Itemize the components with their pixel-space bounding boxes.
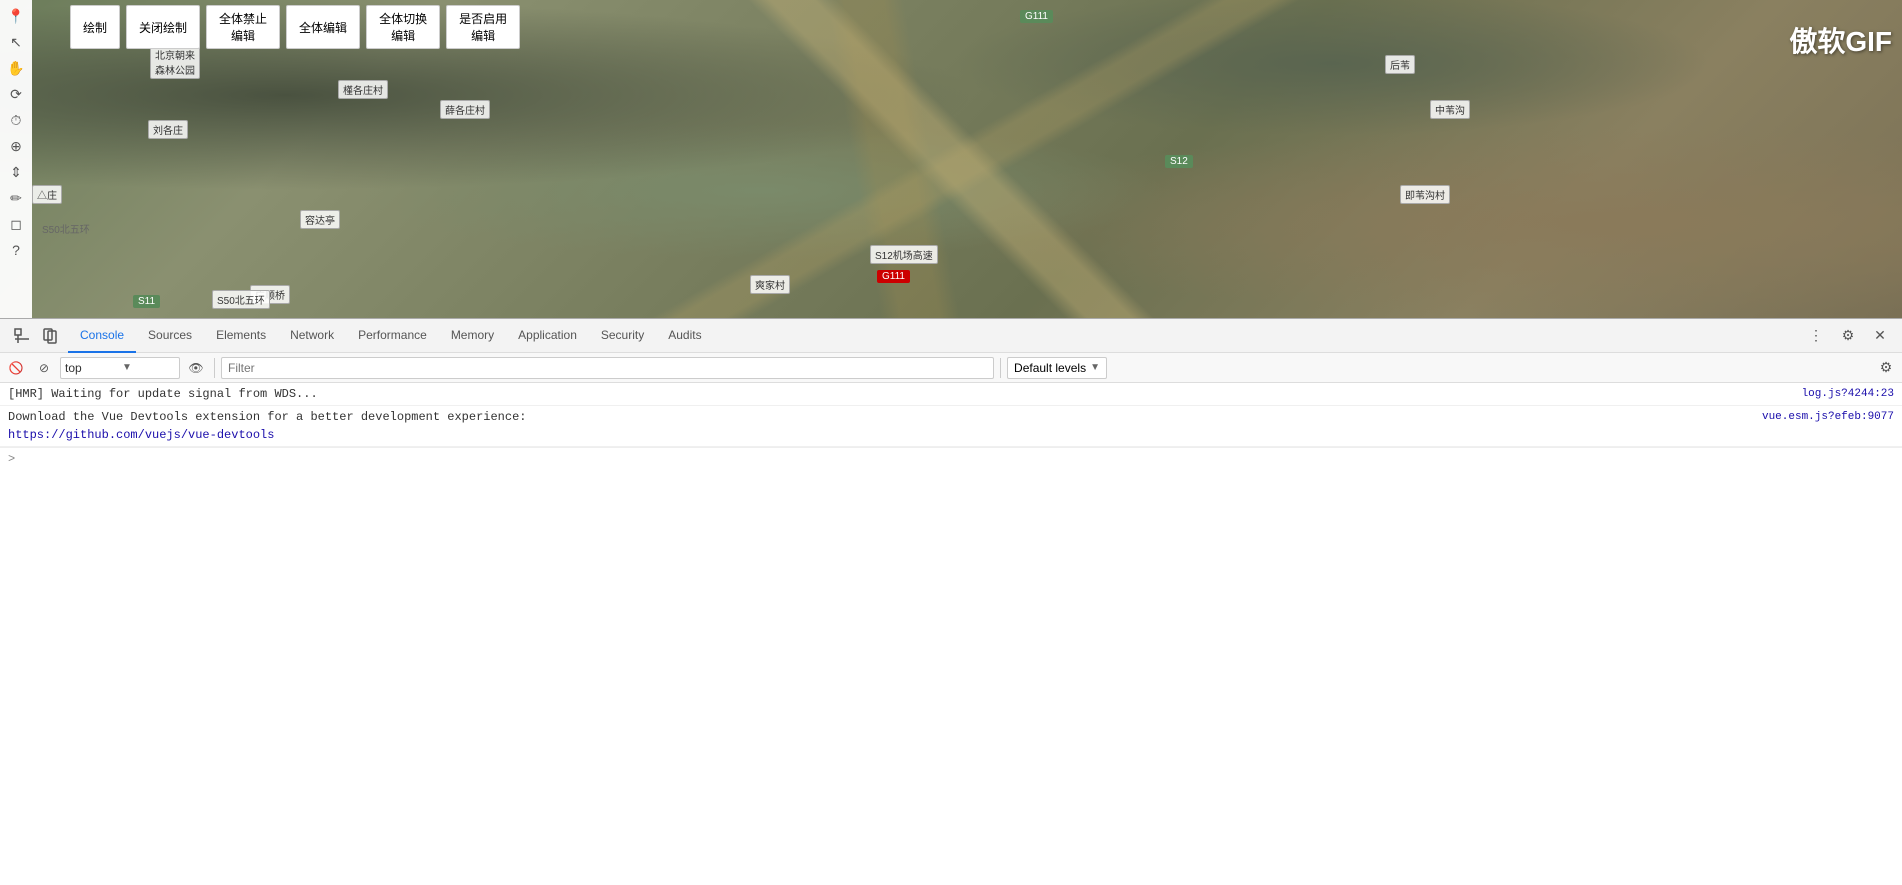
map-tool-help[interactable]: ?: [2, 238, 30, 262]
map-tool-rotate[interactable]: ⟳: [2, 82, 30, 106]
console-prompt-arrow: >: [8, 450, 15, 468]
devtools-header: Console Sources Elements Network Perform…: [0, 319, 1902, 353]
map-tool-pointer[interactable]: ↖: [2, 30, 30, 54]
filter-input[interactable]: [221, 357, 994, 379]
map-watermark: 傲软GIF: [1789, 20, 1892, 60]
map-tool-pan[interactable]: ✋: [2, 56, 30, 80]
road-label-san-zhuang: △庄: [32, 185, 62, 204]
devtools-tabs: Console Sources Elements Network Perform…: [68, 319, 1802, 352]
road-label-shuang-jia-village: 爽家村: [750, 275, 790, 294]
vue-devtools-link[interactable]: https://github.com/vuejs/vue-devtools: [8, 428, 274, 442]
devtools-panel: Console Sources Elements Network Perform…: [0, 318, 1902, 885]
road-label-s12-green: S12: [1165, 155, 1193, 168]
console-line-devtools: Download the Vue Devtools extension for …: [0, 406, 1902, 447]
console-line-hmr-text: [HMR] Waiting for update signal from WDS…: [8, 385, 1794, 403]
road-label-xue-ge-zhuang: 薛各庄村: [440, 100, 490, 119]
console-settings-button[interactable]: ⚙: [1874, 356, 1898, 380]
map-tool-edit[interactable]: ✏: [2, 186, 30, 210]
inspect-element-button[interactable]: [8, 322, 36, 350]
console-line-hmr-source[interactable]: log.js?4244:23: [1802, 385, 1894, 403]
devtools-header-right: ⋮ ⚙ ✕: [1802, 322, 1894, 350]
console-line-devtools-source[interactable]: vue.esm.js?efeb:9077: [1762, 408, 1894, 426]
map-tool-move[interactable]: ⊕: [2, 134, 30, 158]
device-toolbar-button[interactable]: [36, 322, 64, 350]
road-label-liu-ge-zhuang: 刘各庄: [148, 120, 188, 139]
show-network-messages-button[interactable]: 👁: [184, 356, 208, 380]
road-label-s50-2: S50北五环: [212, 290, 270, 309]
console-line-devtools-text: Download the Vue Devtools extension for …: [8, 408, 1754, 444]
console-output: [HMR] Waiting for update signal from WDS…: [0, 383, 1902, 885]
tab-security[interactable]: Security: [589, 319, 656, 353]
tab-sources[interactable]: Sources: [136, 319, 204, 353]
road-label-hou-wei: 后苇: [1385, 55, 1415, 74]
tab-performance[interactable]: Performance: [346, 319, 439, 353]
road-label-rong-da-ting: 容达亭: [300, 210, 340, 229]
toggle-all-edit-button[interactable]: 全体切换编辑: [366, 5, 440, 49]
draw-button[interactable]: 绘制: [70, 5, 120, 49]
tab-console[interactable]: Console: [68, 319, 136, 353]
tab-audits[interactable]: Audits: [656, 319, 713, 353]
tab-elements[interactable]: Elements: [204, 319, 278, 353]
tab-application[interactable]: Application: [506, 319, 589, 353]
map-left-toolbar: 📍 ↖ ✋ ⟳ ⏱ ⊕ ⇕ ✏ ◻ ?: [0, 0, 32, 318]
road-label-ji-wei-gou: 即苇沟村: [1400, 185, 1450, 204]
console-filter-button[interactable]: ⊘: [32, 356, 56, 380]
map-area: 📍 ↖ ✋ ⟳ ⏱ ⊕ ⇕ ✏ ◻ ? 绘制 关闭绘制 全体禁止编辑 全体编辑 …: [0, 0, 1902, 318]
road-label-g111-red: G111: [877, 270, 910, 283]
road-label-forest-park: 北京朝来森林公园: [150, 45, 200, 79]
road-label-zhong-wei-gou: 中苇沟: [1430, 100, 1470, 119]
road-label-g111-green: G111: [1020, 10, 1053, 23]
disable-all-edit-button[interactable]: 全体禁止编辑: [206, 5, 280, 49]
road-label-s11-green: S11: [133, 295, 160, 308]
tab-memory[interactable]: Memory: [439, 319, 506, 353]
clear-console-button[interactable]: 🚫: [4, 356, 28, 380]
road-label-s50-1: S50北五环: [38, 220, 94, 237]
road-label-airport-highway: S12机场高速: [870, 245, 938, 264]
road-label-jin-ge-zhuang: 槿各庄村: [338, 80, 388, 99]
devtools-toolbar: 🚫 ⊘ top ▼ 👁 Default levels ▼ ⚙: [0, 353, 1902, 383]
context-selector[interactable]: top ▼: [60, 357, 180, 379]
map-canvas: 📍 ↖ ✋ ⟳ ⏱ ⊕ ⇕ ✏ ◻ ? 绘制 关闭绘制 全体禁止编辑 全体编辑 …: [0, 0, 1902, 318]
close-draw-button[interactable]: 关闭绘制: [126, 5, 200, 49]
console-prompt-input[interactable]: [21, 452, 1894, 466]
levels-label: Default levels: [1014, 361, 1086, 375]
enable-all-edit-button[interactable]: 全体编辑: [286, 5, 360, 49]
more-tools-button[interactable]: ⋮: [1802, 322, 1830, 350]
console-line-hmr: [HMR] Waiting for update signal from WDS…: [0, 383, 1902, 406]
tab-network[interactable]: Network: [278, 319, 346, 353]
toggle-enable-button[interactable]: 是否启用编辑: [446, 5, 520, 49]
map-toolbar-top: 绘制 关闭绘制 全体禁止编辑 全体编辑 全体切换编辑 是否启用编辑: [70, 5, 520, 49]
levels-arrow: ▼: [1090, 362, 1100, 373]
toolbar-divider-1: [214, 358, 215, 378]
map-tool-location[interactable]: 📍: [2, 4, 30, 28]
settings-button[interactable]: ⚙: [1834, 322, 1862, 350]
close-devtools-button[interactable]: ✕: [1866, 322, 1894, 350]
levels-selector[interactable]: Default levels ▼: [1007, 357, 1107, 379]
context-arrow: ▼: [122, 362, 175, 373]
context-value: top: [65, 361, 118, 375]
map-tool-erase[interactable]: ◻: [2, 212, 30, 236]
map-tool-clock[interactable]: ⏱: [2, 108, 30, 132]
map-tool-scale[interactable]: ⇕: [2, 160, 30, 184]
console-prompt: >: [0, 447, 1902, 470]
toolbar-divider-2: [1000, 358, 1001, 378]
